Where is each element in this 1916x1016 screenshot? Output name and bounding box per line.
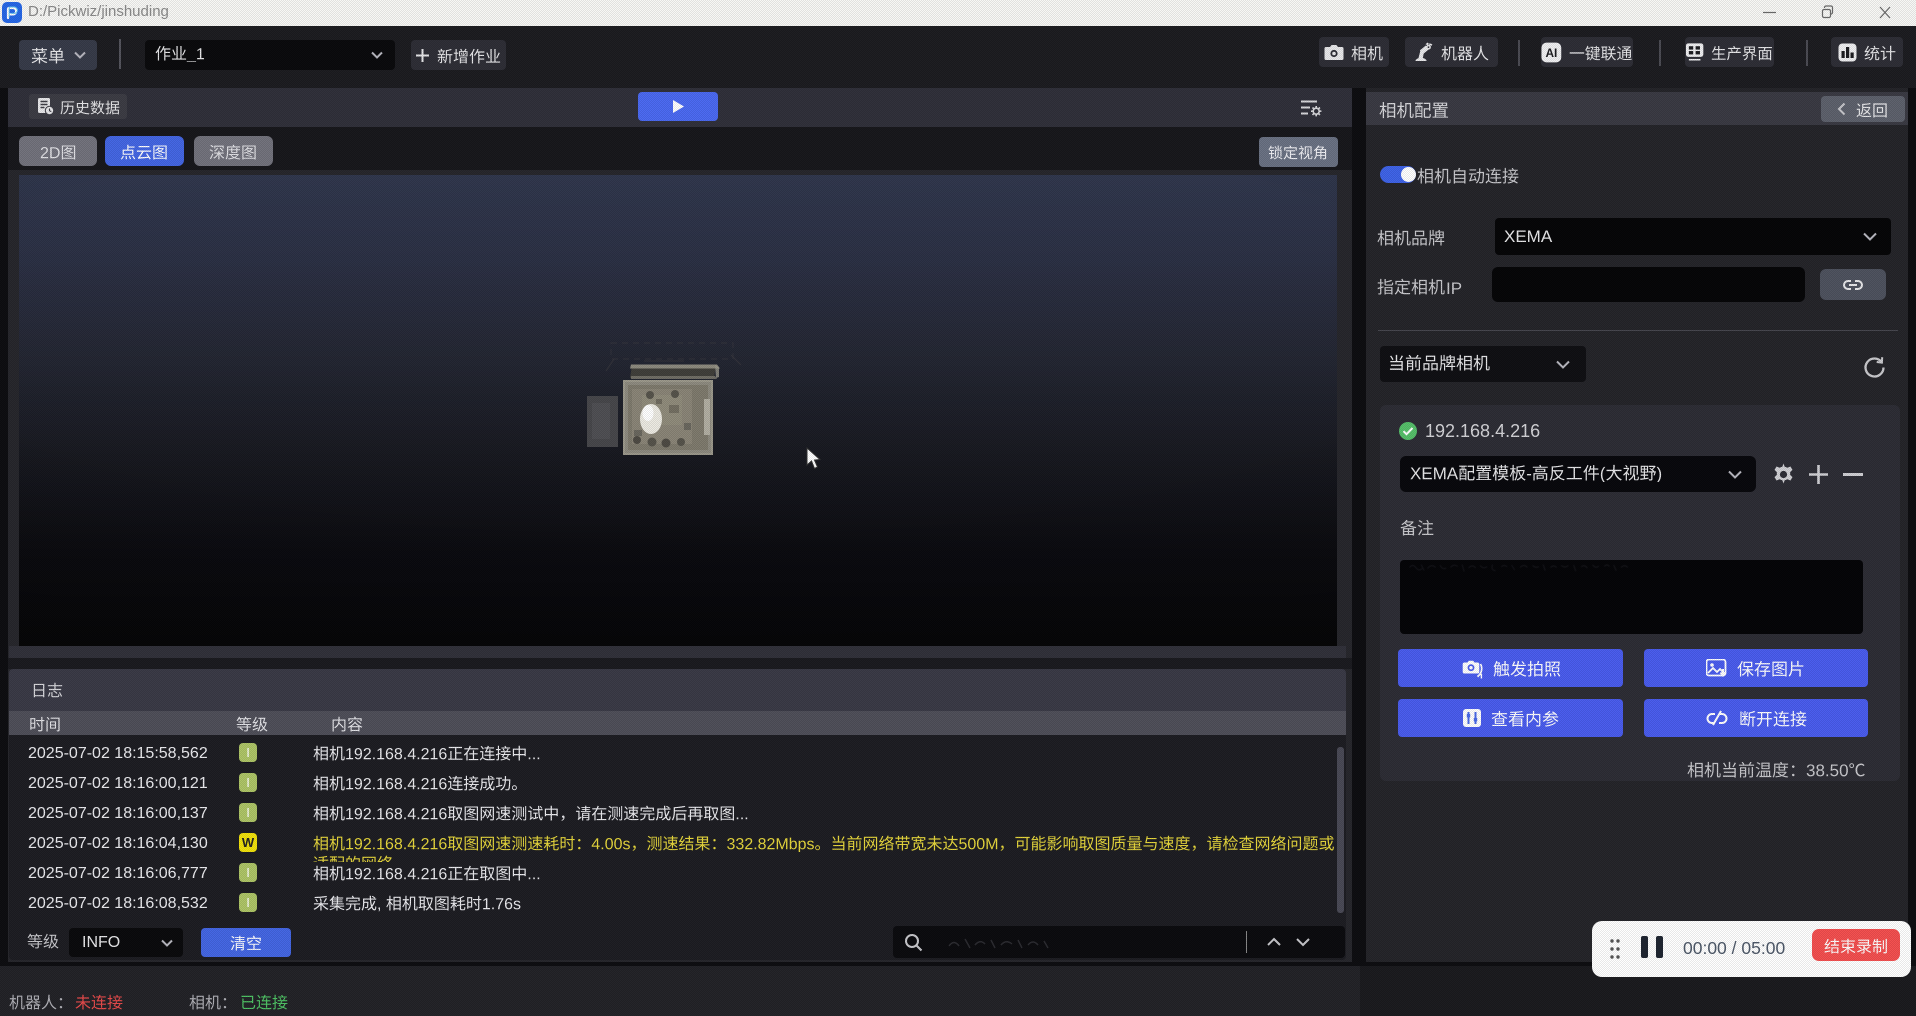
svg-text:AI: AI xyxy=(1545,45,1557,59)
